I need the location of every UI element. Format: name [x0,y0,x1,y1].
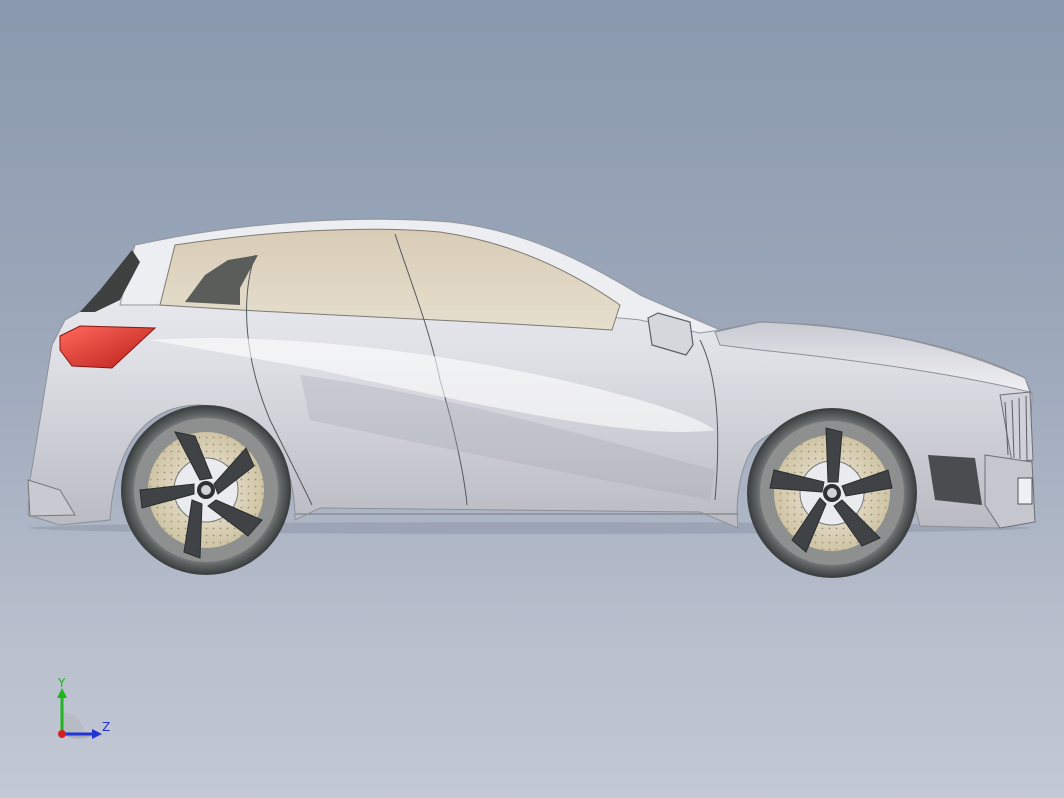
axis-triad: Y Z [48,672,128,752]
rear-wheel [121,405,291,575]
car-model[interactable] [0,0,1064,798]
front-intake [928,455,982,505]
x-axis-dot [58,730,66,738]
z-axis-label: Z [102,720,111,734]
front-wheel [747,408,917,578]
y-axis-label: Y [58,676,66,690]
3d-viewport[interactable]: Y Z [0,0,1064,798]
